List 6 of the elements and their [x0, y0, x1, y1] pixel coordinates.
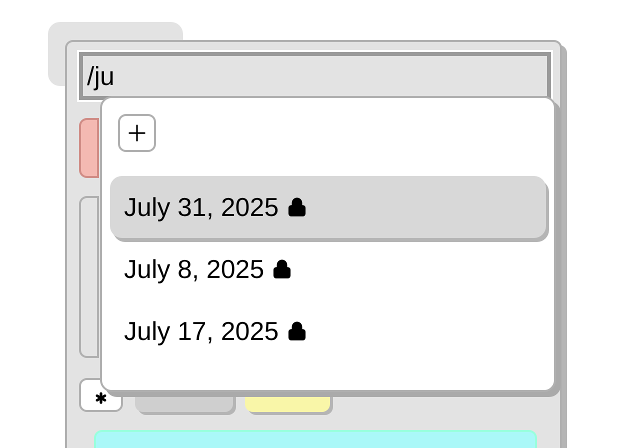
add-button[interactable]	[118, 114, 156, 152]
suggestion-item[interactable]: July 8, 2025	[110, 238, 546, 300]
search-field[interactable]: /ju	[79, 52, 551, 100]
suggestion-item[interactable]: July 31, 2025	[110, 176, 546, 238]
suggestion-item[interactable]: July 17, 2025	[110, 300, 546, 362]
color-block	[79, 118, 99, 178]
